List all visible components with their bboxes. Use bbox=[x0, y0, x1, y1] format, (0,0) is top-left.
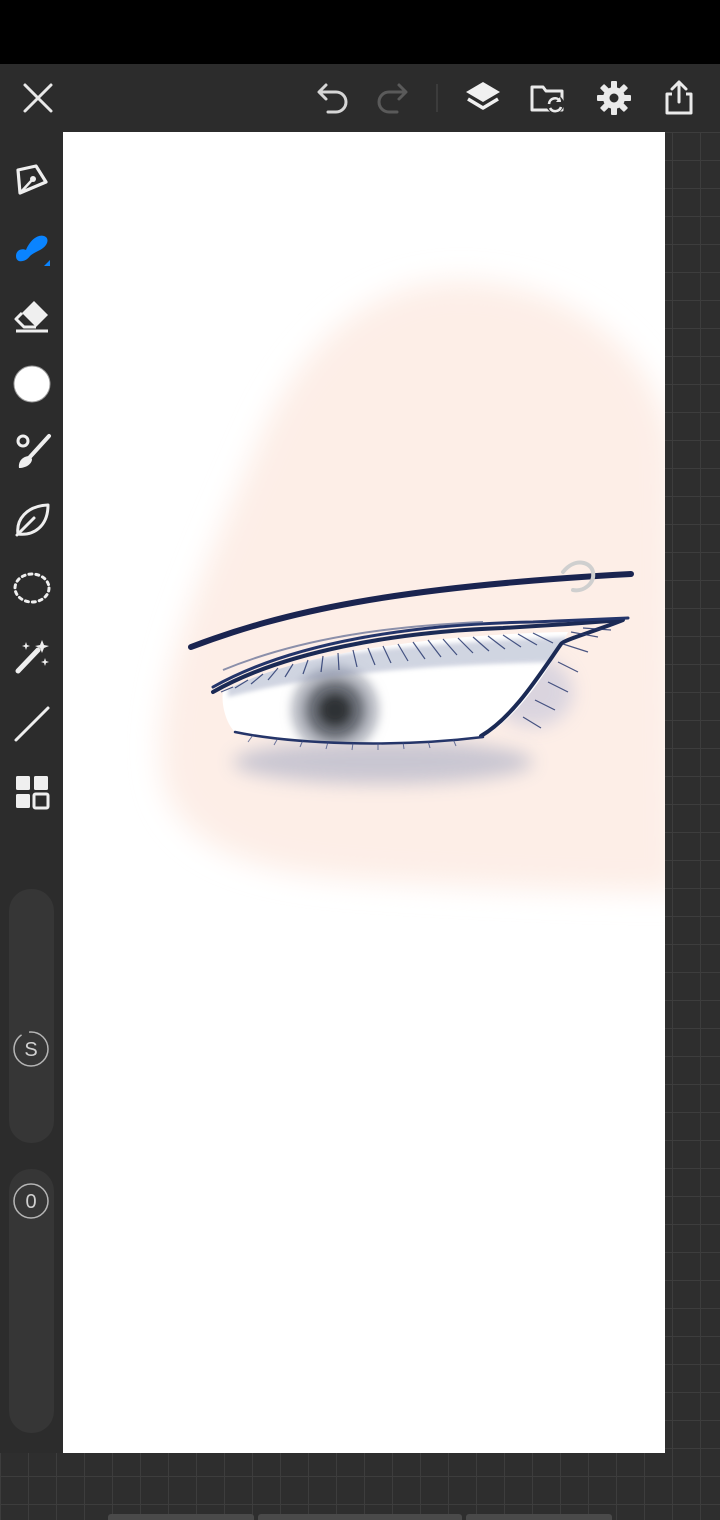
tool-selection[interactable] bbox=[0, 558, 63, 618]
share-icon bbox=[665, 80, 693, 115]
status-bar bbox=[0, 0, 720, 64]
opacity-slider[interactable]: 0 bbox=[9, 1169, 54, 1433]
tool-lasso-fill[interactable] bbox=[0, 490, 63, 550]
lasso-select-icon bbox=[13, 572, 50, 604]
tool-pen[interactable] bbox=[0, 150, 63, 210]
opacity-knob[interactable]: 0 bbox=[11, 1181, 51, 1221]
bottom-tab-2[interactable] bbox=[258, 1514, 462, 1520]
bottom-tab-3[interactable] bbox=[466, 1514, 612, 1520]
settings-button[interactable] bbox=[586, 64, 642, 132]
tool-color[interactable] bbox=[0, 354, 63, 414]
tool-smudge[interactable] bbox=[0, 422, 63, 482]
close-button[interactable] bbox=[10, 64, 66, 132]
undo-button[interactable] bbox=[305, 64, 361, 132]
pen-nib-icon bbox=[15, 164, 48, 195]
tool-sidebar: S 0 bbox=[0, 132, 63, 1453]
tool-eraser[interactable] bbox=[0, 286, 63, 346]
tool-brush[interactable] bbox=[0, 218, 63, 278]
tool-more[interactable] bbox=[0, 762, 63, 822]
top-toolbar bbox=[0, 64, 720, 132]
layers-icon bbox=[466, 82, 500, 110]
brush-size-slider[interactable]: S bbox=[9, 889, 54, 1143]
folder-sync-icon bbox=[530, 85, 564, 113]
size-label: S bbox=[24, 1039, 37, 1061]
magic-wand-icon bbox=[15, 640, 49, 674]
tool-line[interactable] bbox=[0, 694, 63, 754]
layers-button[interactable] bbox=[455, 64, 511, 132]
brush-size-knob[interactable]: S bbox=[11, 1029, 51, 1069]
line-icon bbox=[14, 706, 49, 742]
size-dial-icon: S bbox=[13, 1031, 49, 1067]
redo-icon bbox=[377, 83, 408, 114]
tool-magic-wand[interactable] bbox=[0, 626, 63, 686]
brush-icon bbox=[15, 235, 50, 266]
smudge-icon bbox=[16, 434, 51, 468]
share-button[interactable] bbox=[651, 64, 707, 132]
eye-drawing bbox=[160, 280, 665, 892]
opacity-dial-icon: 0 bbox=[13, 1183, 49, 1219]
drawing-canvas[interactable] bbox=[63, 132, 665, 1453]
color-swatch-icon bbox=[13, 365, 50, 403]
grid-icon bbox=[15, 776, 49, 810]
bottom-tab-1[interactable] bbox=[108, 1514, 254, 1520]
toolbar-divider bbox=[436, 84, 438, 112]
gear-icon bbox=[597, 81, 631, 115]
leaf-icon bbox=[15, 503, 49, 537]
opacity-label: 0 bbox=[25, 1191, 36, 1213]
undo-icon bbox=[317, 83, 348, 114]
redo-button[interactable] bbox=[364, 64, 420, 132]
gallery-button[interactable] bbox=[520, 64, 576, 132]
eraser-icon bbox=[14, 301, 48, 333]
close-icon bbox=[23, 83, 53, 113]
